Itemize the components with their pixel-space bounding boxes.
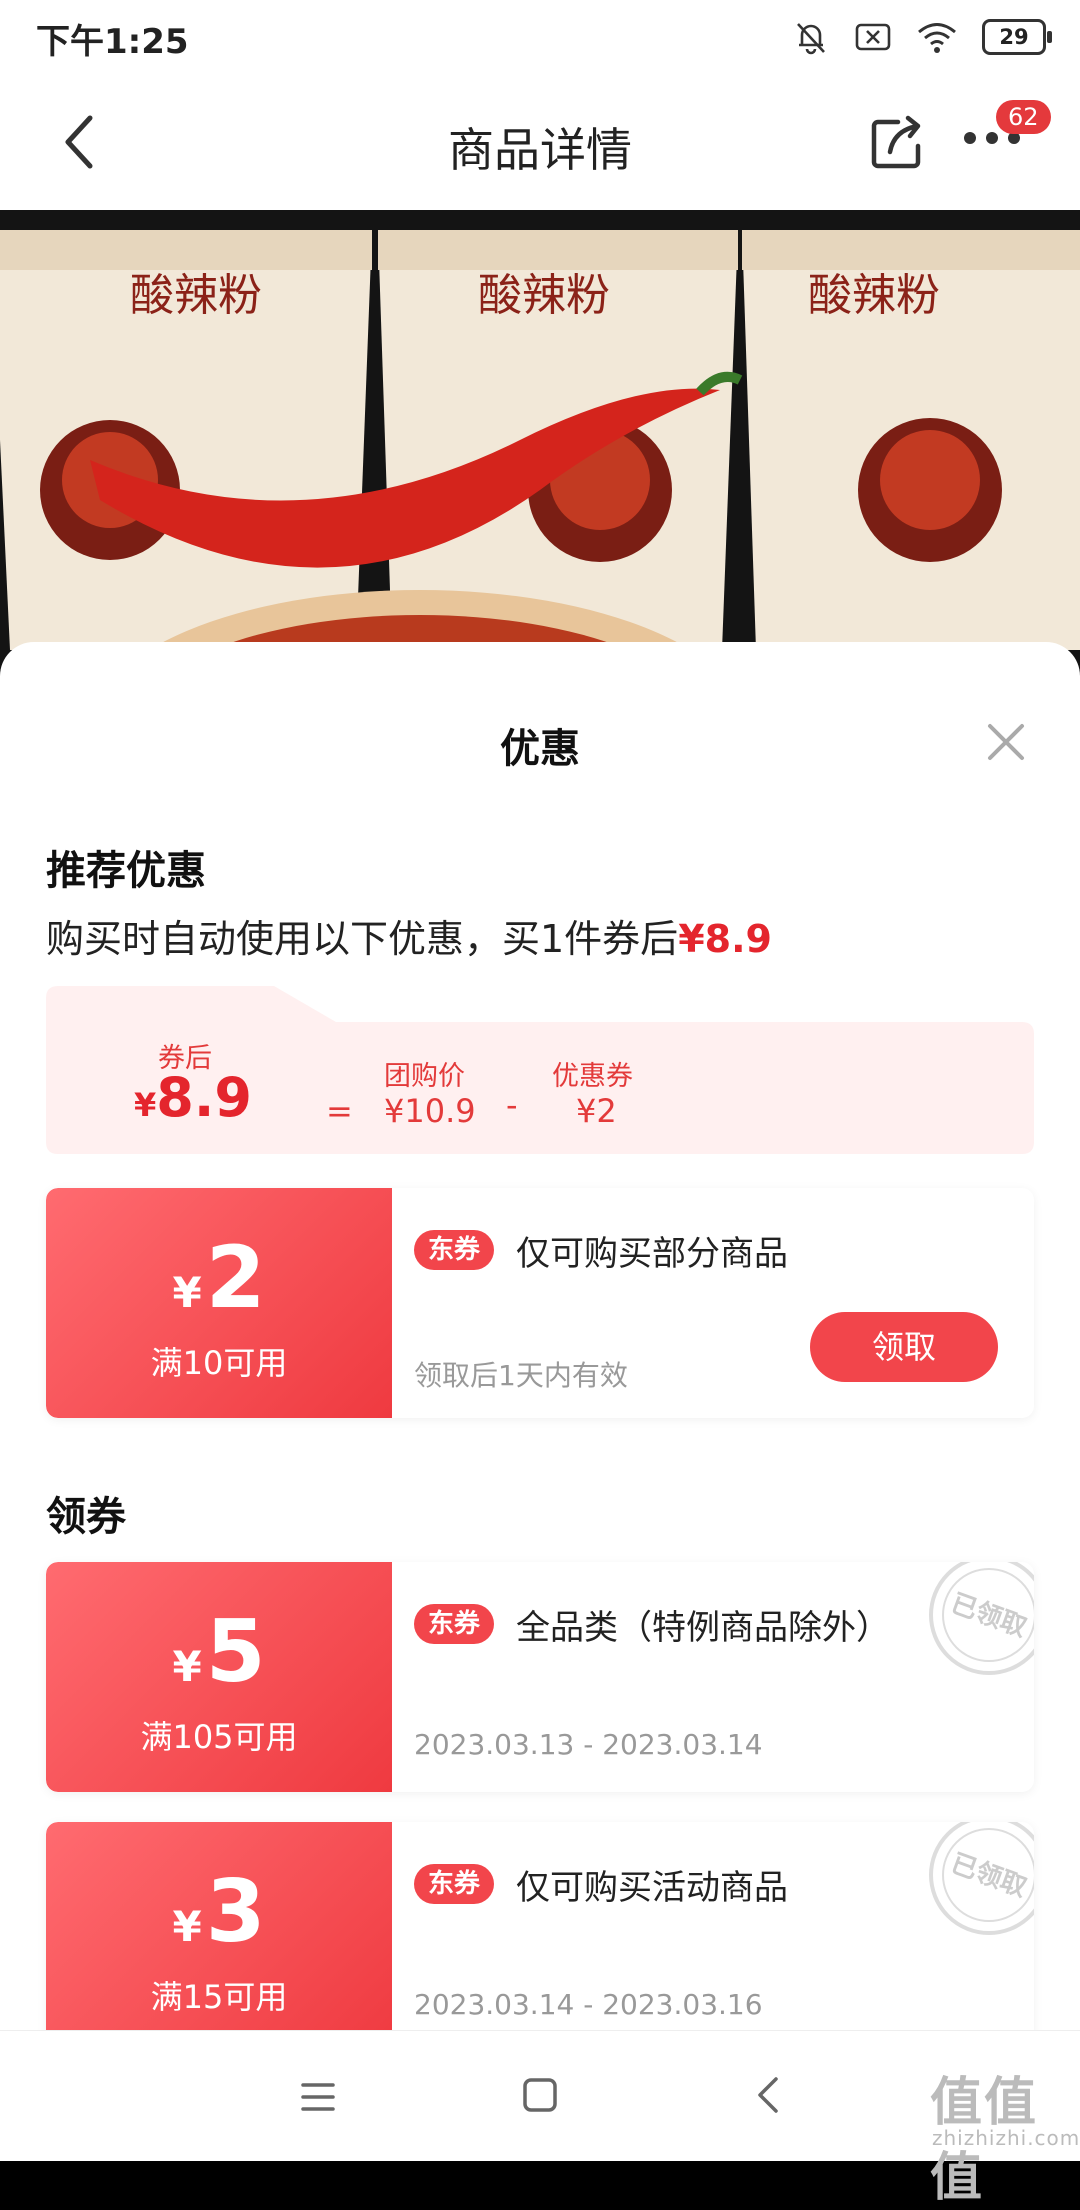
coupon-date: 2023.03.14 - 2023.03.16 [414,1988,763,2021]
product-photo: 酸辣粉 酸辣粉 酸辣粉 [0,210,1080,670]
wifi-icon [918,23,956,53]
price-calculation: 券后 ¥8.9 = 团购价 ¥10.9 - 优惠券 ¥2 [46,986,1034,1154]
coupon-validity: 领取后1天内有效 [414,1359,628,1392]
after-coupon-value: 8.9 [156,1066,252,1129]
cup-label-3: 酸辣粉 [808,270,940,321]
group-price-value: ¥10.9 [384,1092,476,1130]
coupon-amount-block: ¥3 满15可用 [46,1822,392,2030]
coupon-condition: 满105可用 [140,1718,298,1756]
cup-label-1: 酸辣粉 [130,270,262,321]
home-icon[interactable] [522,2077,558,2113]
sim-off-icon [855,23,891,51]
claim-coupon-button[interactable]: 领取 [810,1312,998,1382]
sheet-title: 优惠 [500,726,580,772]
claimed-stamp-text: 已领取 [947,1588,1031,1644]
share-icon[interactable] [868,114,926,172]
coupon-condition: 满10可用 [150,1344,288,1382]
product-image[interactable]: 酸辣粉 酸辣粉 酸辣粉 [0,210,1080,670]
coupon-condition: 满15可用 [150,1978,288,2016]
coupon-tag: 东券 [414,1230,495,1270]
coupon-description: 全品类（特例商品除外） [516,1608,890,1648]
coupon-yen: ¥ [172,1902,202,1951]
coupons-heading: 领券 [46,1494,126,1540]
system-nav-bar [0,2030,1080,2161]
coupon-card: ¥3 满15可用 东券 仅可购买活动商品 2023.03.14 - 2023.0… [46,1822,1034,2030]
claimed-stamp-icon: 已领取 [929,1822,1034,1935]
claimed-stamp-text: 已领取 [947,1848,1031,1904]
coupon-date: 2023.03.13 - 2023.03.14 [414,1728,763,1761]
coupon-tag: 东券 [414,1864,495,1904]
coupon-amount: ¥3 [46,1862,392,1962]
mute-bell-icon [797,23,825,55]
coupon-description: 仅可购买活动商品 [516,1868,788,1908]
coupon-yen: ¥ [172,1642,202,1691]
coupon-yen: ¥ [172,1268,202,1317]
recommend-description: 购买时自动使用以下优惠，买1件券后¥8.9 [46,908,772,963]
recommend-desc-price: ¥8.9 [678,917,772,961]
back-icon[interactable] [756,2075,780,2115]
coupon-description: 仅可购买部分商品 [516,1234,788,1274]
coupon-amount: ¥5 [46,1602,392,1702]
discount-sheet: 优惠 推荐优惠 购买时自动使用以下优惠，买1件券后¥8.9 券后 ¥8.9 = … [0,642,1080,2030]
status-time: 下午1:25 [36,22,189,62]
watermark-url: zhizhizhi.com [932,2126,1080,2150]
coupon-tag: 东券 [414,1604,495,1644]
coupon-amount-value: 2 [205,1228,266,1328]
recommend-heading: 推荐优惠 [46,848,206,894]
minus-sign: - [506,1086,518,1124]
status-bar: 下午1:25 29 [0,0,1080,76]
featured-coupon: ¥2 满10可用 东券 仅可购买部分商品 领取后1天内有效 领取 [46,1188,1034,1418]
coupon-amount-block: ¥2 满10可用 [46,1188,392,1418]
after-coupon-price: ¥8.9 [134,1066,252,1129]
equals-sign: = [326,1092,353,1130]
close-icon[interactable] [984,720,1028,764]
coupon-amount: ¥2 [46,1228,392,1328]
coupon-value: ¥2 [576,1092,617,1130]
coupon-amount-block: ¥5 满105可用 [46,1562,392,1792]
nav-bar: 商品详情 62 [0,76,1080,210]
battery-icon: 29 [982,19,1052,55]
coupon-amount-value: 5 [205,1602,266,1702]
menu-icon[interactable] [300,2081,336,2113]
message-count-badge: 62 [996,100,1051,134]
after-coupon-yen: ¥ [134,1086,157,1124]
claimed-stamp-icon: 已领取 [929,1562,1034,1675]
recommend-desc-text: 购买时自动使用以下优惠，买1件券后 [46,917,679,961]
group-price-label: 团购价 [384,1061,465,1092]
coupon-amount-value: 3 [205,1862,266,1962]
coupon-card: ¥5 满105可用 东券 全品类（特例商品除外） 2023.03.13 - 20… [46,1562,1034,1792]
cup-label-2: 酸辣粉 [478,270,610,321]
status-icons: 29 [792,18,1052,56]
coupon-label: 优惠券 [552,1061,633,1092]
